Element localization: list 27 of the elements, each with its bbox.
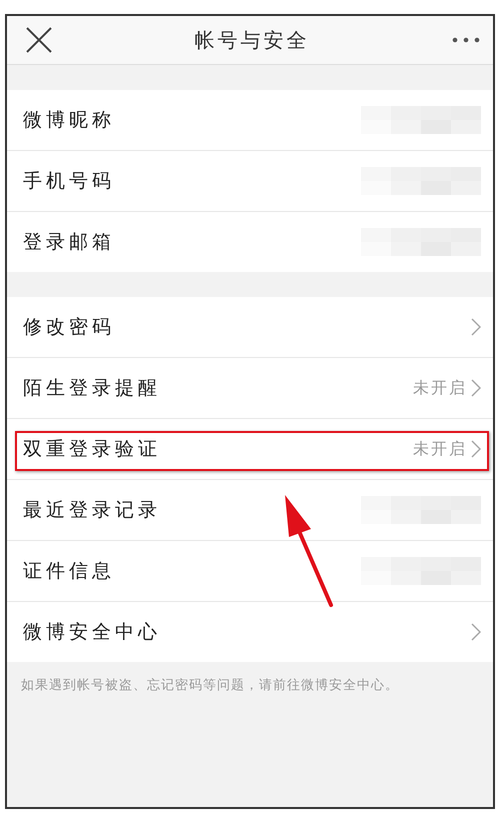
chevron-icon xyxy=(471,318,481,336)
settings-row[interactable]: 微博安全中心 xyxy=(7,601,493,662)
row-label: 陌生登录提醒 xyxy=(23,376,161,401)
row-label: 手机号码 xyxy=(23,169,115,194)
row-label: 微博安全中心 xyxy=(23,620,161,645)
more-icon[interactable] xyxy=(451,36,481,44)
row-label: 登录邮箱 xyxy=(23,230,115,255)
page-title: 帐号与安全 xyxy=(194,26,310,54)
chevron-icon xyxy=(471,379,481,397)
settings-row[interactable]: 修改密码 xyxy=(7,297,493,357)
row-label: 证件信息 xyxy=(23,559,115,584)
help-note: 如果遇到帐号被盗、忘记密码等问题，请前往微博安全中心。 xyxy=(20,677,400,694)
settings-row[interactable]: 微博昵称 xyxy=(7,90,493,150)
settings-row[interactable]: 手机号码 xyxy=(7,150,493,211)
settings-row[interactable]: 登录邮箱 xyxy=(7,211,493,272)
settings-row[interactable]: 证件信息 xyxy=(7,540,493,601)
close-icon[interactable] xyxy=(25,26,53,54)
row-label: 双重登录验证 xyxy=(23,437,161,462)
row-label: 最近登录记录 xyxy=(23,498,161,523)
settings-row[interactable]: 双重登录验证 未开启 xyxy=(7,418,493,479)
row-label: 修改密码 xyxy=(23,315,115,340)
chevron-icon xyxy=(471,623,481,641)
row-label: 微博昵称 xyxy=(23,108,115,133)
status-text: 未开启 xyxy=(413,438,467,460)
status-text: 未开启 xyxy=(413,378,467,398)
chevron-icon xyxy=(471,440,481,458)
settings-row[interactable]: 陌生登录提醒 未开启 xyxy=(7,357,493,418)
